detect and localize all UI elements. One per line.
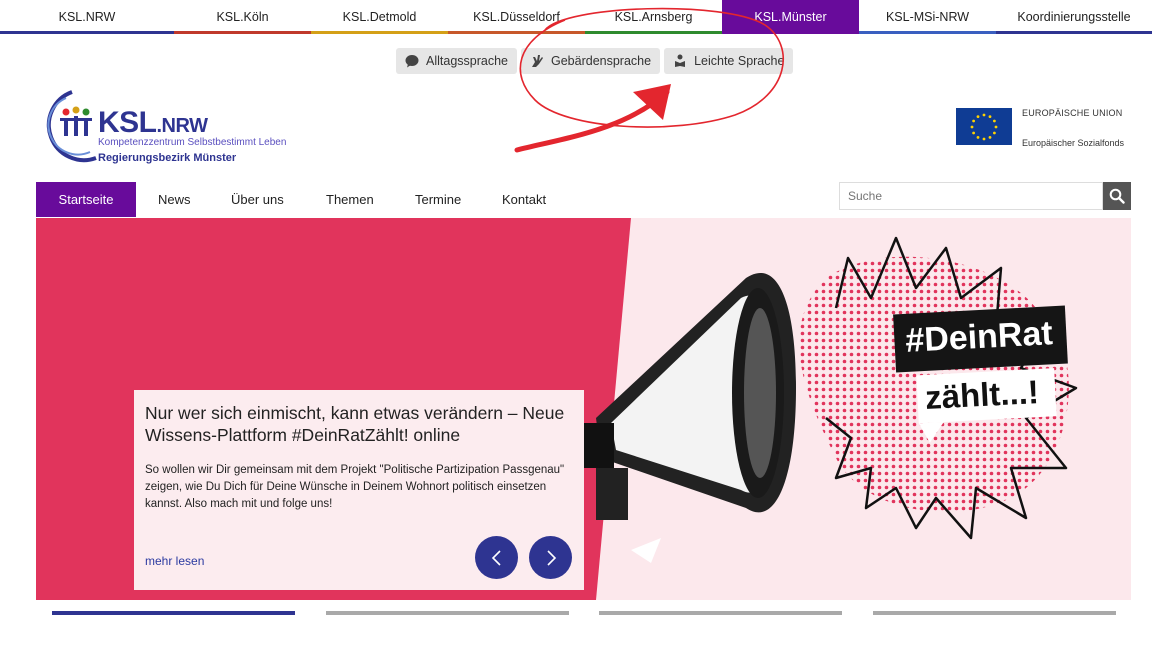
slider-prev-button[interactable] — [475, 536, 518, 579]
search-icon — [1109, 188, 1125, 204]
slider-indicator-4[interactable] — [873, 611, 1116, 615]
logo-name: KSL — [98, 106, 157, 139]
network-link-ksl-koeln[interactable]: KSL.Köln — [174, 0, 311, 34]
network-link-koordinierungsstelle[interactable]: Koordinierungsstelle — [996, 0, 1152, 34]
eu-flag — [956, 108, 1012, 145]
nav-themen[interactable]: Themen — [305, 182, 394, 217]
nav-news[interactable]: News — [136, 182, 210, 217]
hero-badge-line2: zählt...! — [924, 373, 1040, 416]
logo-line1: Kompetenzzentrum Selbstbestimmt Leben — [98, 137, 287, 148]
slider-indicator-1[interactable] — [52, 611, 295, 615]
slider-indicators — [0, 611, 1152, 617]
search-input[interactable] — [839, 182, 1103, 210]
annotation-circle — [514, 7, 785, 153]
main-nav: Startseite News Über uns Themen Termine … — [36, 182, 572, 217]
hero-title: Nur wer sich einmischt, kann etwas verän… — [145, 403, 565, 445]
network-link-ksl-detmold[interactable]: KSL.Detmold — [311, 0, 448, 34]
ksl-emblem-icon — [46, 90, 97, 163]
logo-line2: Regierungsbezirk Münster — [98, 152, 237, 164]
eu-stars-icon — [970, 113, 998, 141]
speech-bubble-icon — [405, 55, 419, 68]
nav-startseite[interactable]: Startseite — [36, 182, 136, 217]
hero-card: Nur wer sich einmischt, kann etwas verän… — [134, 390, 584, 590]
logo-suffix: .NRW — [156, 115, 208, 137]
search-button[interactable] — [1103, 182, 1131, 210]
lang-label: Alltagssprache — [426, 54, 508, 68]
slider-next-button[interactable] — [529, 536, 572, 579]
network-link-ksl-nrw[interactable]: KSL.NRW — [0, 0, 174, 34]
chevron-right-icon — [546, 549, 556, 566]
nav-termine[interactable]: Termine — [394, 182, 482, 217]
nav-kontakt[interactable]: Kontakt — [482, 182, 572, 217]
eu-label: EUROPÄISCHE UNION — [1022, 108, 1123, 118]
slider-indicator-3[interactable] — [599, 611, 842, 615]
slider-indicator-2[interactable] — [326, 611, 569, 615]
read-more-link[interactable]: mehr lesen — [145, 554, 204, 568]
network-link-ksl-msi-nrw[interactable]: KSL-MSi-NRW — [859, 0, 996, 34]
chevron-left-icon — [491, 549, 501, 566]
esf-label: Europäischer Sozialfonds — [1022, 138, 1125, 148]
lang-button-alltagssprache[interactable]: Alltagssprache — [396, 48, 517, 74]
hero-text: So wollen wir Dir gemeinsam mit dem Proj… — [145, 464, 565, 510]
nav-ueber-uns[interactable]: Über uns — [210, 182, 305, 217]
ksl-logo[interactable]: KSL.NRW Kompetenzzentrum Selbstbestimmt … — [36, 88, 326, 168]
